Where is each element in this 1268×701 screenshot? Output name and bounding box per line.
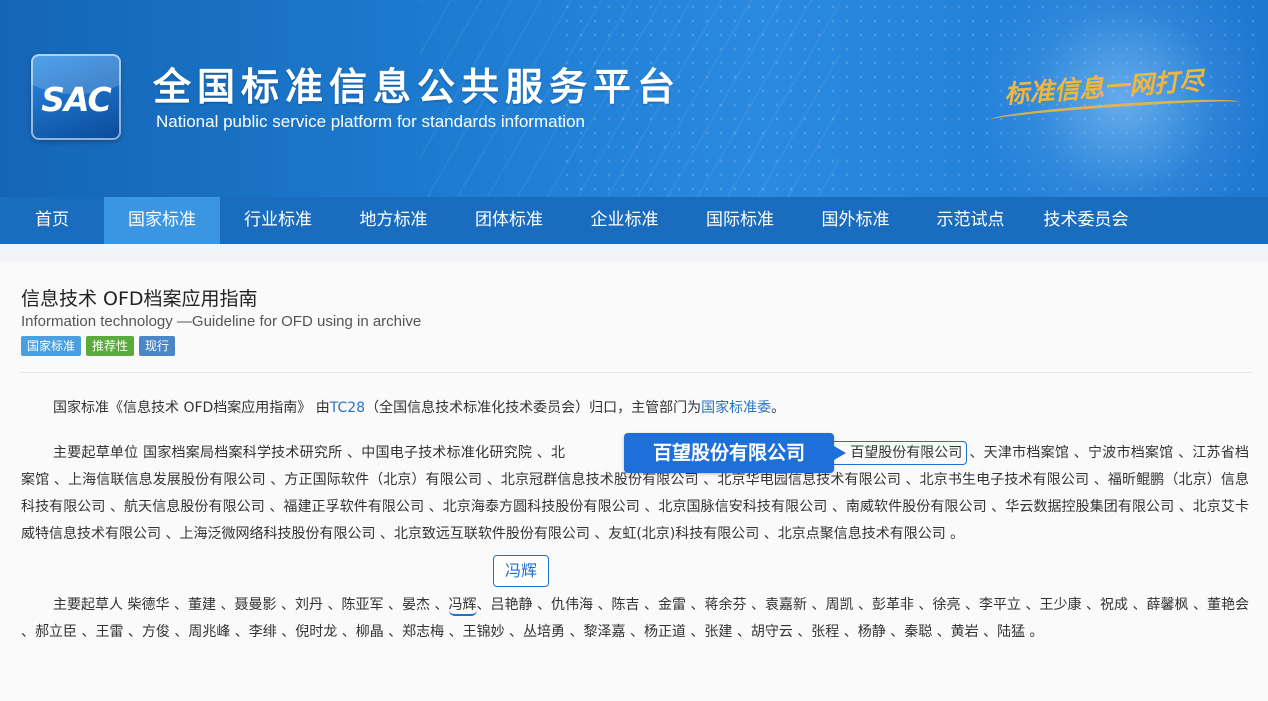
- standard-detail-panel: 信息技术 OFD档案应用指南 Information technology —G…: [0, 262, 1268, 701]
- nav-item-pilot-demonstration[interactable]: 示范试点: [913, 197, 1028, 244]
- tag-recommended: 推荐性: [86, 336, 135, 356]
- standard-tags: 国家标准 推荐性 现行: [21, 336, 176, 356]
- nav-item-industry-standards[interactable]: 行业标准: [220, 197, 336, 244]
- nav-item-local-standards[interactable]: 地方标准: [336, 197, 451, 244]
- divider: [21, 372, 1251, 373]
- site-title: 全国标准信息公共服务平台: [153, 65, 682, 109]
- nav-item-technical-committees[interactable]: 技术委员会: [1028, 197, 1144, 244]
- drafting-units-label: 主要起草单位: [53, 445, 139, 461]
- summary-prefix: 国家标准《信息技术 OFD档案应用指南》 由: [53, 400, 330, 416]
- tag-national-standard: 国家标准: [21, 336, 82, 356]
- drafters-label: 主要起草人: [53, 597, 124, 613]
- nav-item-foreign-standards[interactable]: 国外标准: [798, 197, 913, 244]
- drafters: 主要起草人 柴德华 、董建 、聂曼影 、刘丹 、陈亚军 、晏杰 、冯辉、吕艳静 …: [21, 592, 1249, 646]
- tc28-link[interactable]: TC28: [330, 400, 365, 416]
- site-subtitle: National public service platform for sta…: [156, 112, 585, 131]
- summary-suffix: 。: [771, 400, 786, 416]
- nav-spacer: [0, 244, 1268, 262]
- highlighted-drafter: 冯辉: [448, 597, 477, 616]
- standard-english-title: Information technology —Guideline for OF…: [21, 313, 422, 330]
- standard-summary: 国家标准《信息技术 OFD档案应用指南》 由TC28（全国信息技术标准化技术委员…: [21, 395, 1249, 422]
- tag-current: 现行: [139, 336, 176, 356]
- nav-item-group-standards[interactable]: 团体标准: [451, 197, 567, 244]
- nav-item-home[interactable]: 首页: [0, 197, 104, 244]
- company-annotation-callout: 百望股份有限公司: [624, 433, 846, 473]
- nav-item-enterprise-standards[interactable]: 企业标准: [567, 197, 682, 244]
- summary-tc-name: （全国信息技术标准化技术委员会）归口，主管部门为: [365, 400, 702, 416]
- main-nav: 首页 国家标准 行业标准 地方标准 团体标准 企业标准 国际标准 国外标准 示范…: [0, 197, 1268, 244]
- logo-text: SAC: [41, 80, 112, 119]
- drafting-units-list-start: 国家档案局档案科学技术研究所 、中国电子技术标准化研究院 、北: [138, 445, 566, 461]
- nav-item-international-standards[interactable]: 国际标准: [682, 197, 798, 244]
- site-banner: SAC 全国标准信息公共服务平台 National public service…: [0, 0, 1268, 197]
- person-annotation-callout: 冯辉: [493, 555, 549, 587]
- standard-title: 信息技术 OFD档案应用指南: [21, 288, 258, 310]
- sac-logo[interactable]: SAC: [31, 54, 121, 140]
- authority-link[interactable]: 国家标准委: [701, 400, 771, 416]
- nav-item-national-standards[interactable]: 国家标准: [104, 197, 220, 244]
- drafters-list-start: 柴德华 、董建 、聂曼影 、刘丹 、陈亚军 、晏杰 、: [123, 597, 449, 613]
